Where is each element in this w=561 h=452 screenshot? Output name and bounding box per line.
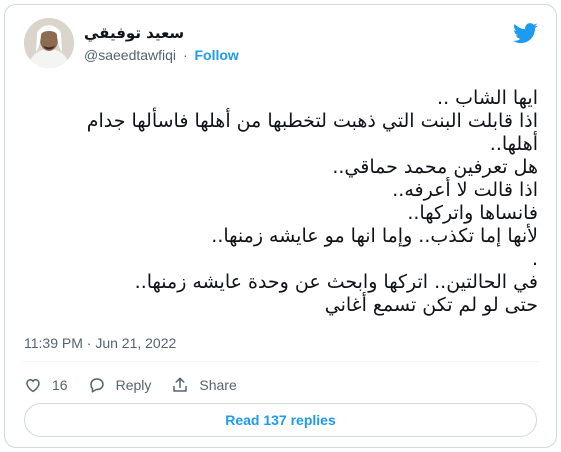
author-display-name[interactable]: سعيد توفيقي (84, 24, 184, 42)
tweet-card: سعيد توفيقي @saeedtawfiqi · Follow ايها … (4, 4, 557, 448)
reply-button[interactable]: Reply (88, 376, 152, 394)
action-bar: 16 Reply Share (24, 375, 257, 395)
tweet-line: أهلها.. (489, 133, 538, 155)
separator-dot: · (182, 47, 188, 63)
author-handle-row: @saeedtawfiqi · Follow (84, 47, 239, 63)
reply-label: Reply (115, 377, 152, 393)
share-button[interactable]: Share (171, 376, 237, 394)
tweet-line: في الحالتين.. اتركها وابحث عن وحدة عايشه… (134, 271, 538, 293)
divider (23, 361, 538, 362)
heart-icon (26, 378, 40, 393)
tweet-line: فانساها واتركها.. (407, 202, 538, 224)
avatar[interactable] (24, 18, 74, 68)
tweet-timestamp[interactable]: 11:39 PM · Jun 21, 2022 (24, 335, 176, 351)
tweet-line: اذا قالت لا أعرفه.. (392, 179, 538, 201)
read-replies-button[interactable]: Read 137 replies (24, 403, 537, 437)
tweet-line: هل تعرفين محمد حماقي.. (332, 156, 538, 178)
tweet-line: اذا قابلت البنت التي ذهبت لتخطبها من أهل… (86, 110, 538, 132)
tweet-text: ايها الشاب .. اذا قابلت البنت التي ذهبت … (23, 87, 538, 317)
twitter-bird-icon[interactable] (513, 23, 538, 44)
like-button[interactable]: 16 (24, 376, 68, 394)
tweet-line: ايها الشاب .. (437, 87, 538, 109)
follow-button[interactable]: Follow (195, 47, 239, 63)
tweet-line: لأنها إما تكذب.. وإما انها مو عايشه زمنه… (211, 225, 538, 247)
like-count: 16 (52, 377, 68, 393)
tweet-line: . (531, 248, 538, 270)
author-handle[interactable]: @saeedtawfiqi (84, 47, 176, 63)
reply-icon (89, 378, 104, 393)
share-label: Share (199, 377, 237, 393)
share-icon (173, 377, 188, 392)
tweet-line: حتى لو لم تكن تسمع أغاني (324, 294, 538, 316)
avatar-photo (24, 18, 74, 68)
